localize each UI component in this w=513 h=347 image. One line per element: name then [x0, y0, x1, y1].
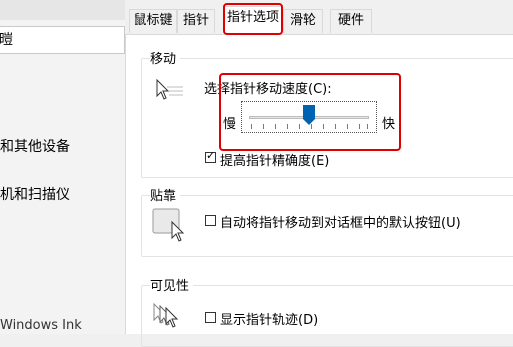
tab-pointers[interactable]: 指针	[177, 9, 215, 33]
motion-group-title: 移动	[150, 48, 181, 67]
tab-buttons[interactable]: 鼠标键	[129, 9, 177, 33]
precision-label: 提高指针精确度(E)	[220, 154, 330, 169]
pointer-trails-label: 显示指针轨迹(D)	[220, 313, 319, 328]
active-tab-highlight	[223, 3, 283, 35]
visibility-group	[141, 285, 513, 347]
speed-setting-highlight	[219, 73, 401, 151]
search-text: 暟	[0, 32, 13, 48]
visibility-group-title: 可见性	[150, 275, 194, 294]
search-input[interactable]: 暟	[0, 26, 125, 54]
settings-window-background: 暟 和其他设备 机和扫描仪 Windows Ink	[0, 0, 125, 334]
snap-to-button-icon	[152, 208, 185, 242]
nav-item-bluetooth-devices[interactable]: 和其他设备	[0, 136, 70, 156]
precision-checkbox[interactable]: ✓	[205, 149, 216, 163]
snap-to-checkbox[interactable]	[205, 215, 216, 226]
pointer-speed-icon	[156, 78, 183, 100]
snap-to-group-title: 贴靠	[150, 185, 181, 204]
pointer-trails-icon	[153, 302, 179, 328]
tab-wheel[interactable]: 滑轮	[283, 9, 323, 33]
snap-to-label: 自动将指针移动到对话框中的默认按钮(U)	[220, 216, 461, 231]
check-icon: ✓	[206, 149, 216, 162]
tab-strip: 鼠标键 指针 指针选项 滑轮 硬件	[125, 0, 513, 35]
pointer-trails-checkbox[interactable]	[205, 312, 216, 323]
nav-item-printers-scanners[interactable]: 机和扫描仪	[0, 184, 70, 204]
tab-hardware[interactable]: 硬件	[330, 9, 372, 33]
settings-title-bar	[0, 0, 125, 20]
panel-border	[125, 34, 126, 334]
nav-item-windows-ink[interactable]: Windows Ink	[0, 318, 82, 333]
